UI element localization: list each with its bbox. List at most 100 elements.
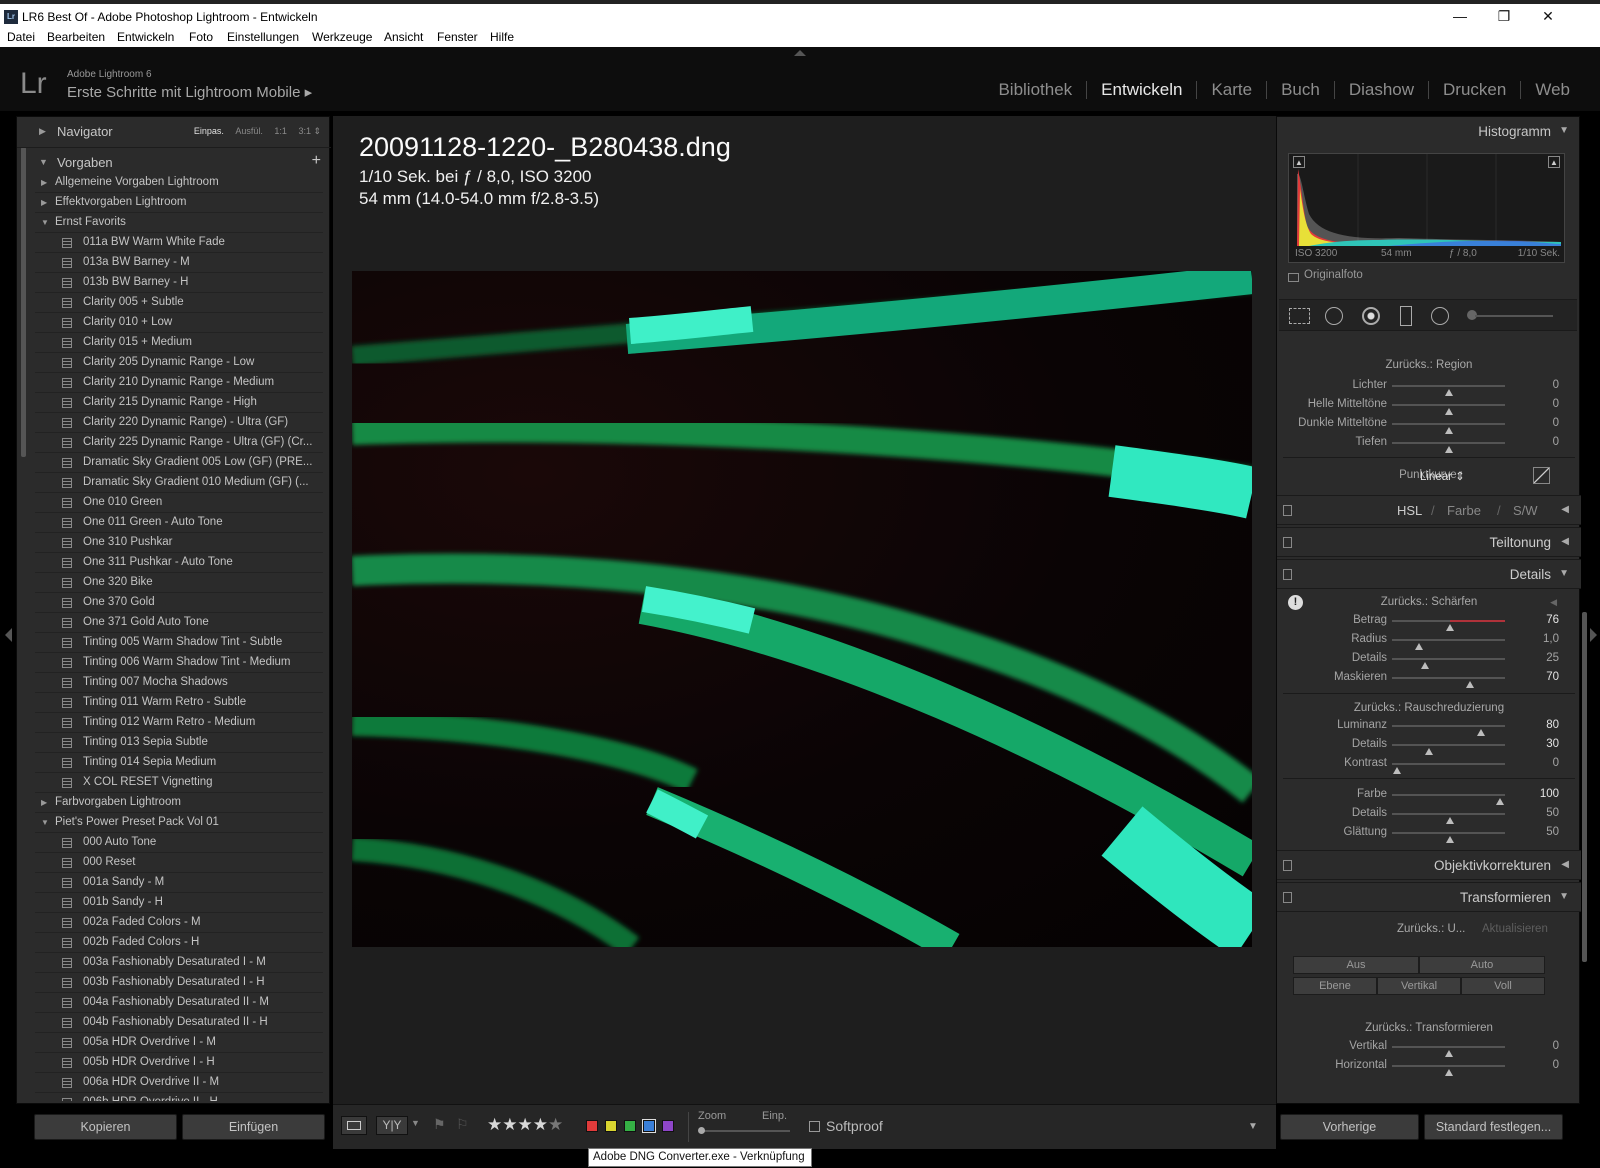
- preset-folder[interactable]: ▼ Ernst Favorits: [35, 213, 323, 233]
- zoom-fit[interactable]: Einpas.: [194, 126, 224, 136]
- preset-item[interactable]: 003a Fashionably Desaturated I - M: [35, 953, 323, 973]
- module-bibliothek[interactable]: Bibliothek: [984, 81, 1086, 99]
- slider-knob[interactable]: [1445, 817, 1454, 824]
- color-tab[interactable]: Farbe: [1447, 503, 1481, 518]
- slider-track[interactable]: [1392, 620, 1505, 631]
- slider-knob[interactable]: [1444, 389, 1453, 396]
- slider-track[interactable]: [1392, 744, 1505, 755]
- before-after-dropdown-icon[interactable]: ▼: [411, 1118, 420, 1128]
- preset-item[interactable]: One 010 Green: [35, 493, 323, 513]
- slider-track[interactable]: [1392, 725, 1505, 736]
- curve-edit-icon[interactable]: [1533, 467, 1550, 484]
- histogram-header[interactable]: Histogramm ▼: [1277, 117, 1581, 147]
- preset-folder[interactable]: ▶ Allgemeine Vorgaben Lightroom: [35, 173, 323, 193]
- slider-track[interactable]: [1392, 385, 1505, 396]
- shadow-clipping-icon[interactable]: ▲: [1293, 156, 1305, 168]
- preview-toggle-icon[interactable]: ◀: [1550, 597, 1557, 608]
- color-label-swatch[interactable]: [662, 1120, 674, 1132]
- slider-knob[interactable]: [1415, 643, 1424, 650]
- preset-item[interactable]: Clarity 210 Dynamic Range - Medium: [35, 373, 323, 393]
- slider-value[interactable]: 0: [1553, 379, 1559, 391]
- preset-item[interactable]: 013a BW Barney - M: [35, 253, 323, 273]
- slider-knob[interactable]: [1477, 729, 1486, 736]
- preset-item[interactable]: 011a BW Warm White Fade: [35, 233, 323, 253]
- slider-track[interactable]: [1392, 677, 1505, 688]
- color-label-swatch[interactable]: [605, 1120, 617, 1132]
- minimize-icon[interactable]: —: [1440, 8, 1480, 24]
- preset-item[interactable]: 000 Auto Tone: [35, 833, 323, 853]
- toolbar-options-icon[interactable]: ▼: [1248, 1121, 1258, 1132]
- red-eye-icon[interactable]: [1362, 307, 1380, 325]
- folder-open-icon[interactable]: ▼: [41, 218, 49, 227]
- transform-header[interactable]: Transformieren ▼: [1277, 882, 1581, 912]
- preset-folder[interactable]: ▶ Farbvorgaben Lightroom: [35, 793, 323, 813]
- preset-item[interactable]: 006a HDR Overdrive II - M: [35, 1073, 323, 1093]
- restore-icon[interactable]: ❐: [1484, 8, 1524, 25]
- hsl-header[interactable]: HSL / Farbe / S/W ◀: [1277, 495, 1581, 525]
- star-icon[interactable]: ★: [533, 1115, 548, 1134]
- preset-item[interactable]: 000 Reset: [35, 853, 323, 873]
- preset-item[interactable]: Tinting 012 Warm Retro - Medium: [35, 713, 323, 733]
- zoom-fill[interactable]: Ausfül.: [235, 126, 263, 136]
- slider-track[interactable]: [1392, 1065, 1505, 1076]
- slider-value[interactable]: 80: [1546, 719, 1559, 731]
- slider-value[interactable]: 0: [1553, 398, 1559, 410]
- upright-off-button[interactable]: Aus: [1293, 956, 1419, 974]
- preset-item[interactable]: Clarity 015 + Medium: [35, 333, 323, 353]
- lens-corrections-header[interactable]: Objektivkorrekturen ◀: [1277, 850, 1581, 880]
- slider-knob[interactable]: [1465, 681, 1474, 688]
- preset-folder[interactable]: ▼ Piet's Power Preset Pack Vol 01: [35, 813, 323, 833]
- left-scrollbar[interactable]: [21, 147, 26, 457]
- slider-value[interactable]: 1,0: [1543, 633, 1559, 645]
- preset-item[interactable]: Dramatic Sky Gradient 010 Medium (GF) (.…: [35, 473, 323, 493]
- point-curve-select[interactable]: Linear ⇕: [1420, 469, 1465, 483]
- slider-track[interactable]: [1392, 832, 1505, 843]
- panel-switch-icon[interactable]: [1283, 505, 1292, 516]
- details-header[interactable]: Details ▼: [1277, 559, 1581, 589]
- slider-value[interactable]: 0: [1553, 417, 1559, 429]
- zoom-1-1[interactable]: 1:1: [274, 126, 287, 136]
- star-icon[interactable]: ★: [487, 1115, 502, 1134]
- main-photo[interactable]: [351, 264, 1270, 961]
- preset-item[interactable]: 013b BW Barney - H: [35, 273, 323, 293]
- preset-item[interactable]: X COL RESET Vignetting: [35, 773, 323, 793]
- panel-switch-icon[interactable]: [1283, 537, 1292, 548]
- left-panel-toggle-icon[interactable]: [5, 628, 12, 642]
- flag-icon[interactable]: ⚑: [433, 1116, 446, 1133]
- preset-item[interactable]: One 320 Bike: [35, 573, 323, 593]
- slider-track[interactable]: [1392, 442, 1505, 453]
- color-label-swatch[interactable]: [642, 1119, 656, 1133]
- preset-item[interactable]: 004b Fashionably Desaturated II - H: [35, 1013, 323, 1033]
- crop-tool-icon[interactable]: [1289, 308, 1310, 324]
- update-button[interactable]: Aktualisieren: [1482, 923, 1548, 935]
- graduated-filter-icon[interactable]: [1400, 306, 1412, 326]
- slider-knob[interactable]: [1444, 1050, 1453, 1057]
- preset-item[interactable]: 001a Sandy - M: [35, 873, 323, 893]
- folder-open-icon[interactable]: ▼: [41, 818, 49, 827]
- add-preset-icon[interactable]: +: [312, 152, 321, 170]
- star-icon[interactable]: ★: [502, 1115, 517, 1134]
- slider-track[interactable]: [1392, 404, 1505, 415]
- module-web[interactable]: Web: [1520, 81, 1584, 99]
- slider-track[interactable]: [1392, 794, 1505, 805]
- star-rating[interactable]: ★★★★★: [487, 1115, 563, 1135]
- slider-knob[interactable]: [1444, 408, 1453, 415]
- preset-item[interactable]: 001b Sandy - H: [35, 893, 323, 913]
- menu-hilfe[interactable]: Hilfe: [490, 30, 514, 44]
- zoom-slider-knob[interactable]: [698, 1127, 705, 1134]
- preset-item[interactable]: Clarity 220 Dynamic Range) - Ultra (GF): [35, 413, 323, 433]
- slider-knob[interactable]: [1444, 446, 1453, 453]
- slider-value[interactable]: 100: [1540, 788, 1559, 800]
- module-entwickeln[interactable]: Entwickeln: [1086, 81, 1196, 99]
- slider-value[interactable]: 25: [1546, 652, 1559, 664]
- preset-item[interactable]: 005b HDR Overdrive I - H: [35, 1053, 323, 1073]
- panel-switch-icon[interactable]: [1283, 892, 1292, 903]
- loupe-view-button[interactable]: [341, 1116, 367, 1135]
- slider-value[interactable]: 76: [1546, 614, 1559, 626]
- panel-switch-icon[interactable]: [1283, 860, 1292, 871]
- preset-item[interactable]: Clarity 215 Dynamic Range - High: [35, 393, 323, 413]
- panel-switch-icon[interactable]: [1283, 569, 1292, 580]
- preset-item[interactable]: Tinting 007 Mocha Shadows: [35, 673, 323, 693]
- folder-closed-icon[interactable]: ▶: [41, 198, 47, 207]
- preset-item[interactable]: 004a Fashionably Desaturated II - M: [35, 993, 323, 1013]
